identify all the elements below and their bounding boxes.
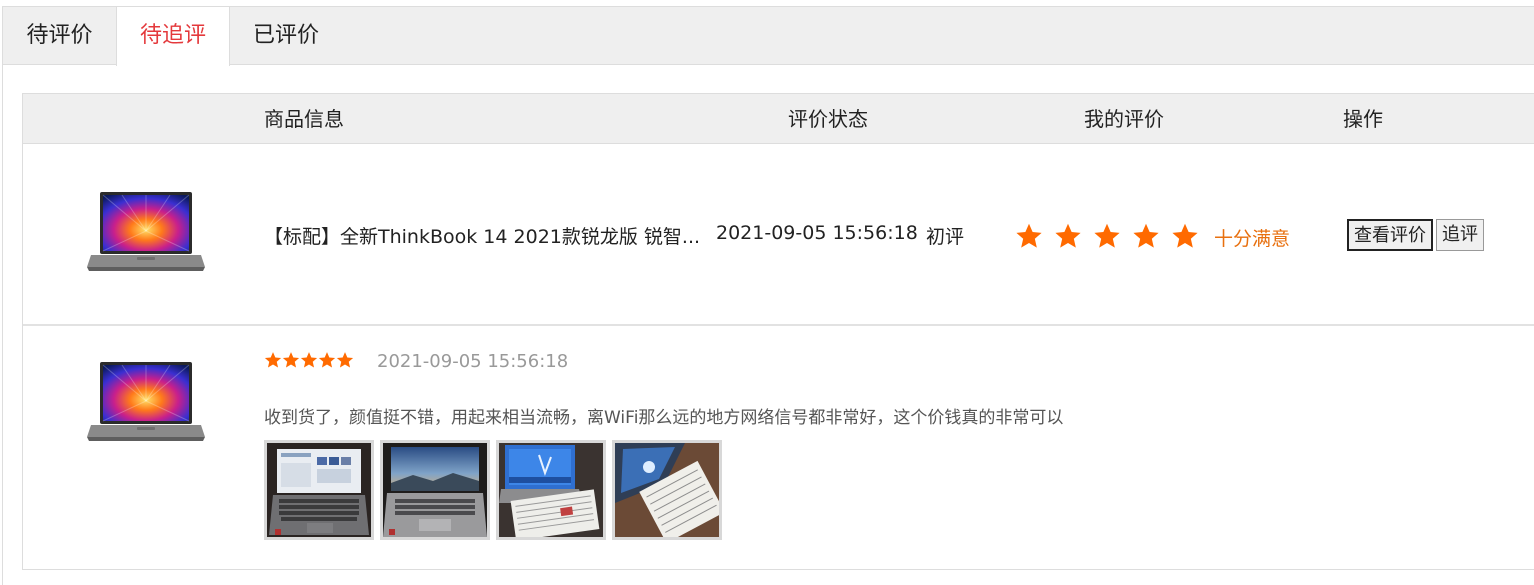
star-icon [336, 352, 354, 368]
star-icon [1055, 223, 1081, 248]
tab-pending-review[interactable]: 待评价 [3, 7, 116, 65]
star-icon [318, 352, 336, 368]
follow-up-review-button[interactable]: 追评 [1436, 219, 1484, 251]
review-comment: 收到货了，颜值挺不错，用起来相当流畅，离WiFi那么远的地方网络信号都非常好，这… [264, 408, 1064, 428]
review-tab-bar: 待评价 待追评 已评价 [3, 7, 1534, 66]
star-icon [300, 352, 318, 368]
review-center-panel: 待评价 待追评 已评价 商品信息 评价状态 我的评价 操作 【标配】全新Thin… [2, 6, 1534, 585]
review-rating-stars [264, 351, 354, 369]
rating-text: 十分满意 [1214, 228, 1291, 250]
star-icon [264, 352, 282, 368]
header-actions: 操作 [1343, 107, 1383, 131]
tab-reviewed[interactable]: 已评价 [230, 7, 342, 65]
header-goods-info: 商品信息 [264, 107, 344, 131]
tab-pending-followup[interactable]: 待追评 [116, 7, 230, 66]
header-my-review: 我的评价 [1084, 107, 1164, 131]
view-review-button[interactable]: 查看评价 [1347, 219, 1433, 251]
star-icon [1133, 223, 1159, 248]
table-row: 【标配】全新ThinkBook 14 2021款锐龙版 锐智... 2021-0… [23, 144, 1534, 326]
review-photos [264, 440, 728, 540]
review-photo-4[interactable] [612, 440, 722, 540]
star-icon [1172, 223, 1198, 248]
review-detail-time: 2021-09-05 15:56:18 [377, 351, 569, 372]
laptop-thinkbook-icon[interactable] [87, 361, 205, 443]
review-photo-1[interactable] [264, 440, 374, 540]
review-table: 商品信息 评价状态 我的评价 操作 【标配】全新ThinkBook 14 202… [22, 93, 1534, 570]
review-type: 初评 [926, 226, 965, 248]
review-detail-row: 2021-09-05 15:56:18 收到货了，颜值挺不错，用起来相当流畅，离… [23, 326, 1534, 571]
review-photo-3[interactable] [496, 440, 606, 540]
star-icon [282, 352, 300, 368]
my-rating-stars [1015, 221, 1210, 251]
review-time: 2021-09-05 15:56:18 [716, 222, 918, 244]
star-icon [1094, 223, 1120, 248]
header-review-status: 评价状态 [788, 107, 868, 131]
review-photo-2[interactable] [380, 440, 490, 540]
table-header: 商品信息 评价状态 我的评价 操作 [23, 94, 1534, 144]
star-icon [1016, 223, 1042, 248]
laptop-thinkbook-icon[interactable] [87, 191, 205, 273]
product-name[interactable]: 【标配】全新ThinkBook 14 2021款锐龙版 锐智... [264, 222, 700, 249]
